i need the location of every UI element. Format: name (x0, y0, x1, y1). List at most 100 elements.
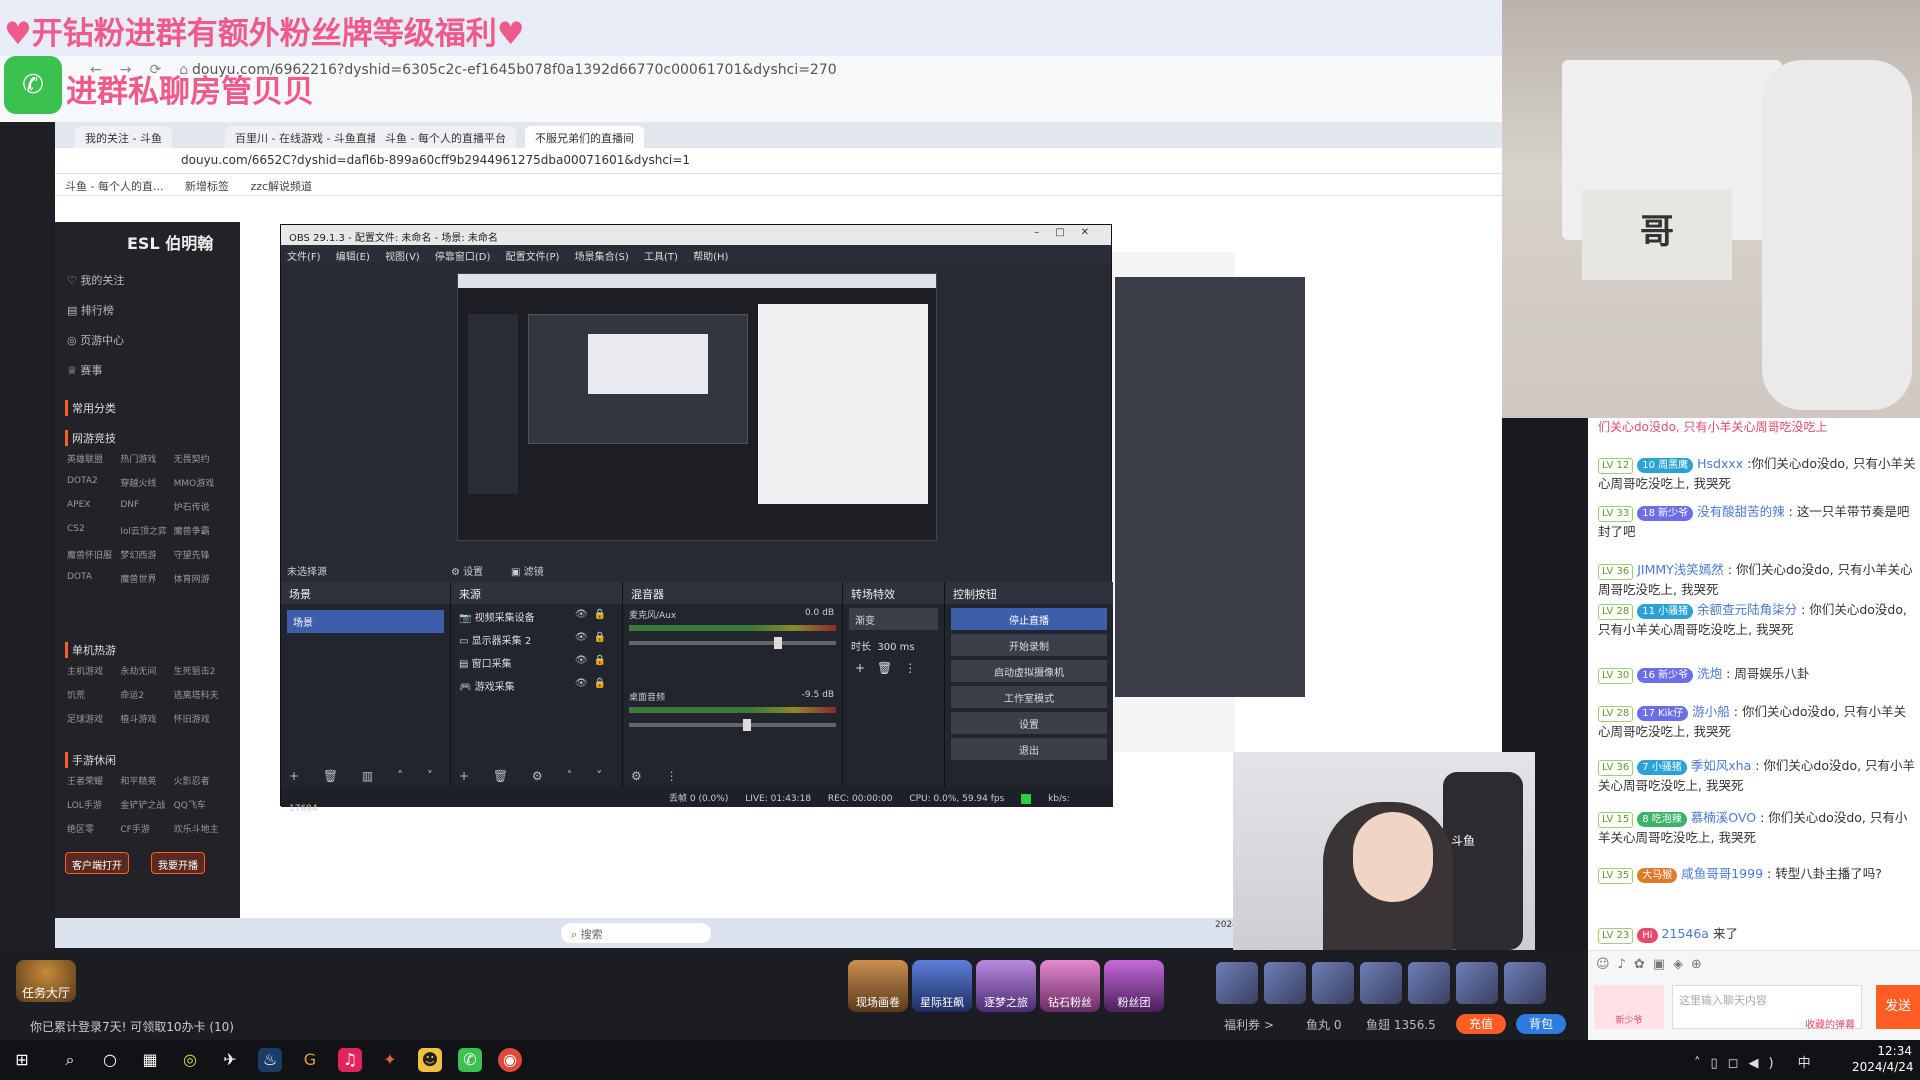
menu-scene-collection[interactable]: 场景集合(S) (575, 252, 629, 263)
settings-control-button[interactable]: 设置 (951, 712, 1107, 734)
sidebar-item-rank[interactable]: ▤ 排行榜 (67, 302, 114, 318)
source-item[interactable]: 📷 视频采集设备 👁🔒 (451, 604, 622, 627)
game-link[interactable]: 饥荒 (67, 688, 120, 701)
chat-username[interactable]: 慕楠溪OVO (1691, 810, 1756, 825)
game-link[interactable]: 梦幻西游 (120, 548, 173, 561)
virtual-camera-button[interactable]: 启动虚拟摄像机 (951, 660, 1107, 682)
tab-3[interactable]: 斗鱼 - 每个人的直播平台 (375, 126, 516, 148)
fan-badge[interactable]: 7 小骚猪 (1637, 760, 1687, 775)
game-link[interactable]: LOL手游 (67, 798, 120, 811)
mixer-toolbar[interactable]: ⚙ ⋮ (631, 769, 688, 783)
source-controls[interactable]: 👁🔒 (575, 678, 612, 689)
douyu-icon[interactable]: ☻ (418, 1048, 442, 1072)
game-link[interactable]: 热门游戏 (120, 452, 173, 465)
clock[interactable]: 12:34 2024/4/24 (1852, 1043, 1914, 1075)
send-button[interactable]: 发送 (1876, 985, 1920, 1029)
source-toolbar[interactable]: + 🗑 ⚙ ˄ ˅ (459, 769, 612, 783)
game-link[interactable]: 体育网游 (174, 572, 227, 585)
fan-badge[interactable]: 17 Kik仔 (1637, 706, 1689, 721)
game-link[interactable]: 和平精英 (120, 774, 173, 787)
source-controls[interactable]: 👁🔒 (575, 609, 612, 620)
game-link[interactable]: 逃离塔科夫 (174, 688, 227, 701)
chat-username[interactable]: 余额查元陆角柒分 (1697, 602, 1797, 617)
game-link[interactable]: 命运2 (120, 688, 173, 701)
fan-badge[interactable]: 18 新少爷 (1637, 506, 1694, 521)
ime-indicator[interactable]: 中 (1798, 1056, 1821, 1071)
game-link[interactable]: DOTA2 (67, 476, 120, 489)
source-controls[interactable]: 👁🔒 (575, 632, 612, 643)
chat-tools[interactable]: ☺♪✿▣◈⊕ (1596, 957, 1710, 972)
fader-knob[interactable] (773, 637, 782, 649)
fader-knob[interactable] (742, 719, 751, 731)
menu-profile[interactable]: 配置文件(P) (506, 252, 560, 263)
settings-button[interactable]: ⚙ 设置 (451, 563, 483, 578)
game-link[interactable]: 主机游戏 (67, 664, 120, 677)
inner-search-box[interactable]: ⌕ 搜索 (561, 923, 711, 943)
game-link[interactable]: 金铲铲之战 (120, 798, 173, 811)
game-link[interactable]: 守望先锋 (174, 548, 227, 561)
chat-username[interactable]: 21546a (1662, 926, 1709, 941)
fan-badge[interactable]: 8 吃泡辣 (1637, 812, 1687, 827)
task-hall-button[interactable]: 任务大厅 (16, 960, 76, 1002)
game-link[interactable]: CS2 (67, 524, 120, 537)
chat-username[interactable]: 咸鱼哥哥1999 (1681, 866, 1763, 881)
wechat-taskbar-icon[interactable]: ✆ (458, 1048, 482, 1072)
game-link[interactable]: 火影忍者 (174, 774, 227, 787)
game-link[interactable]: 英雄联盟 (67, 452, 120, 465)
start-stream-button[interactable]: 我要开播 (151, 852, 205, 874)
game-link[interactable]: 炉石传说 (174, 500, 227, 513)
menu-tools[interactable]: 工具(T) (644, 252, 678, 263)
gift-item[interactable] (1456, 962, 1498, 1004)
source-item[interactable]: ▤ 窗口采集 👁🔒 (451, 650, 622, 673)
fan-badge[interactable]: Hi (1637, 928, 1658, 943)
cortana-icon[interactable]: ○ (98, 1048, 122, 1072)
menu-help[interactable]: 帮助(H) (693, 252, 728, 263)
chat-username[interactable]: 季如风xha (1691, 758, 1751, 773)
window-controls[interactable]: –□✕ (1034, 227, 1105, 238)
volume-fader[interactable] (629, 637, 836, 649)
source-controls[interactable]: 👁🔒 (575, 655, 612, 666)
game-link[interactable]: APEX (67, 500, 120, 513)
obs-preview[interactable] (457, 273, 937, 541)
transition-toolbar[interactable]: +🗑⋮ (843, 657, 944, 679)
game-link[interactable]: 穿越火线 (120, 476, 173, 489)
welfare-link[interactable]: 福利券 > (1224, 1016, 1274, 1033)
menu-edit[interactable]: 编辑(E) (336, 252, 370, 263)
backpack-button[interactable]: 背包 (1516, 1014, 1566, 1034)
gift-scroll[interactable]: 现场画卷 (848, 960, 908, 1012)
sidebar-item-webgame[interactable]: ◎ 页游中心 (67, 332, 124, 348)
tab-1[interactable]: 我的关注 - 斗鱼 (75, 126, 172, 148)
gift-fanclub[interactable]: 粉丝团 (1104, 960, 1164, 1012)
game-link[interactable]: 王者荣耀 (67, 774, 120, 787)
gift-item[interactable] (1216, 962, 1258, 1004)
gift-item[interactable] (1264, 962, 1306, 1004)
bookmark-3[interactable]: zzc解说频道 (250, 180, 312, 193)
source-item[interactable]: 🎮 游戏采集 👁🔒 (451, 673, 622, 696)
menu-file[interactable]: 文件(F) (287, 252, 321, 263)
filters-button[interactable]: ▣ 滤镜 (511, 563, 544, 578)
gift-star[interactable]: 星际狂飙 (912, 960, 972, 1012)
gift-item[interactable] (1360, 962, 1402, 1004)
tab-2[interactable]: 百里川 - 在线游戏 - 斗鱼直播 (225, 126, 388, 148)
chat-username[interactable]: Hsdxxx (1697, 456, 1743, 471)
chrome-icon[interactable]: ◉ (498, 1048, 522, 1072)
gift-item[interactable] (1312, 962, 1354, 1004)
app-icon[interactable]: ◎ (178, 1048, 202, 1072)
netease-music-icon[interactable]: ♫ (338, 1048, 362, 1072)
task-view-icon[interactable]: ▦ (138, 1048, 162, 1072)
game-link[interactable]: 植斗游戏 (120, 712, 173, 725)
game-link[interactable]: 足球游戏 (67, 712, 120, 725)
game-link[interactable]: 生死狙击2 (174, 664, 227, 677)
exit-button[interactable]: 退出 (951, 738, 1107, 760)
gift-dream[interactable]: 逐梦之旅 (976, 960, 1036, 1012)
menu-docks[interactable]: 停靠窗口(D) (435, 252, 491, 263)
fan-badge[interactable]: 11 小骚猪 (1637, 604, 1694, 619)
scene-toolbar[interactable]: + 🗑 ▥ ˄ ˅ (289, 769, 443, 783)
game-link[interactable]: 怀旧游戏 (174, 712, 227, 725)
collect-danmu[interactable]: 收藏的弹幕 (1679, 1016, 1855, 1031)
chat-username[interactable]: 游小船 (1692, 704, 1730, 719)
scene-item[interactable]: 场景 (287, 610, 444, 633)
start-recording-button[interactable]: 开始录制 (951, 634, 1107, 656)
gift-item[interactable] (1408, 962, 1450, 1004)
chat-input[interactable]: 这里输入聊天内容 收藏的弹幕 (1672, 985, 1862, 1031)
